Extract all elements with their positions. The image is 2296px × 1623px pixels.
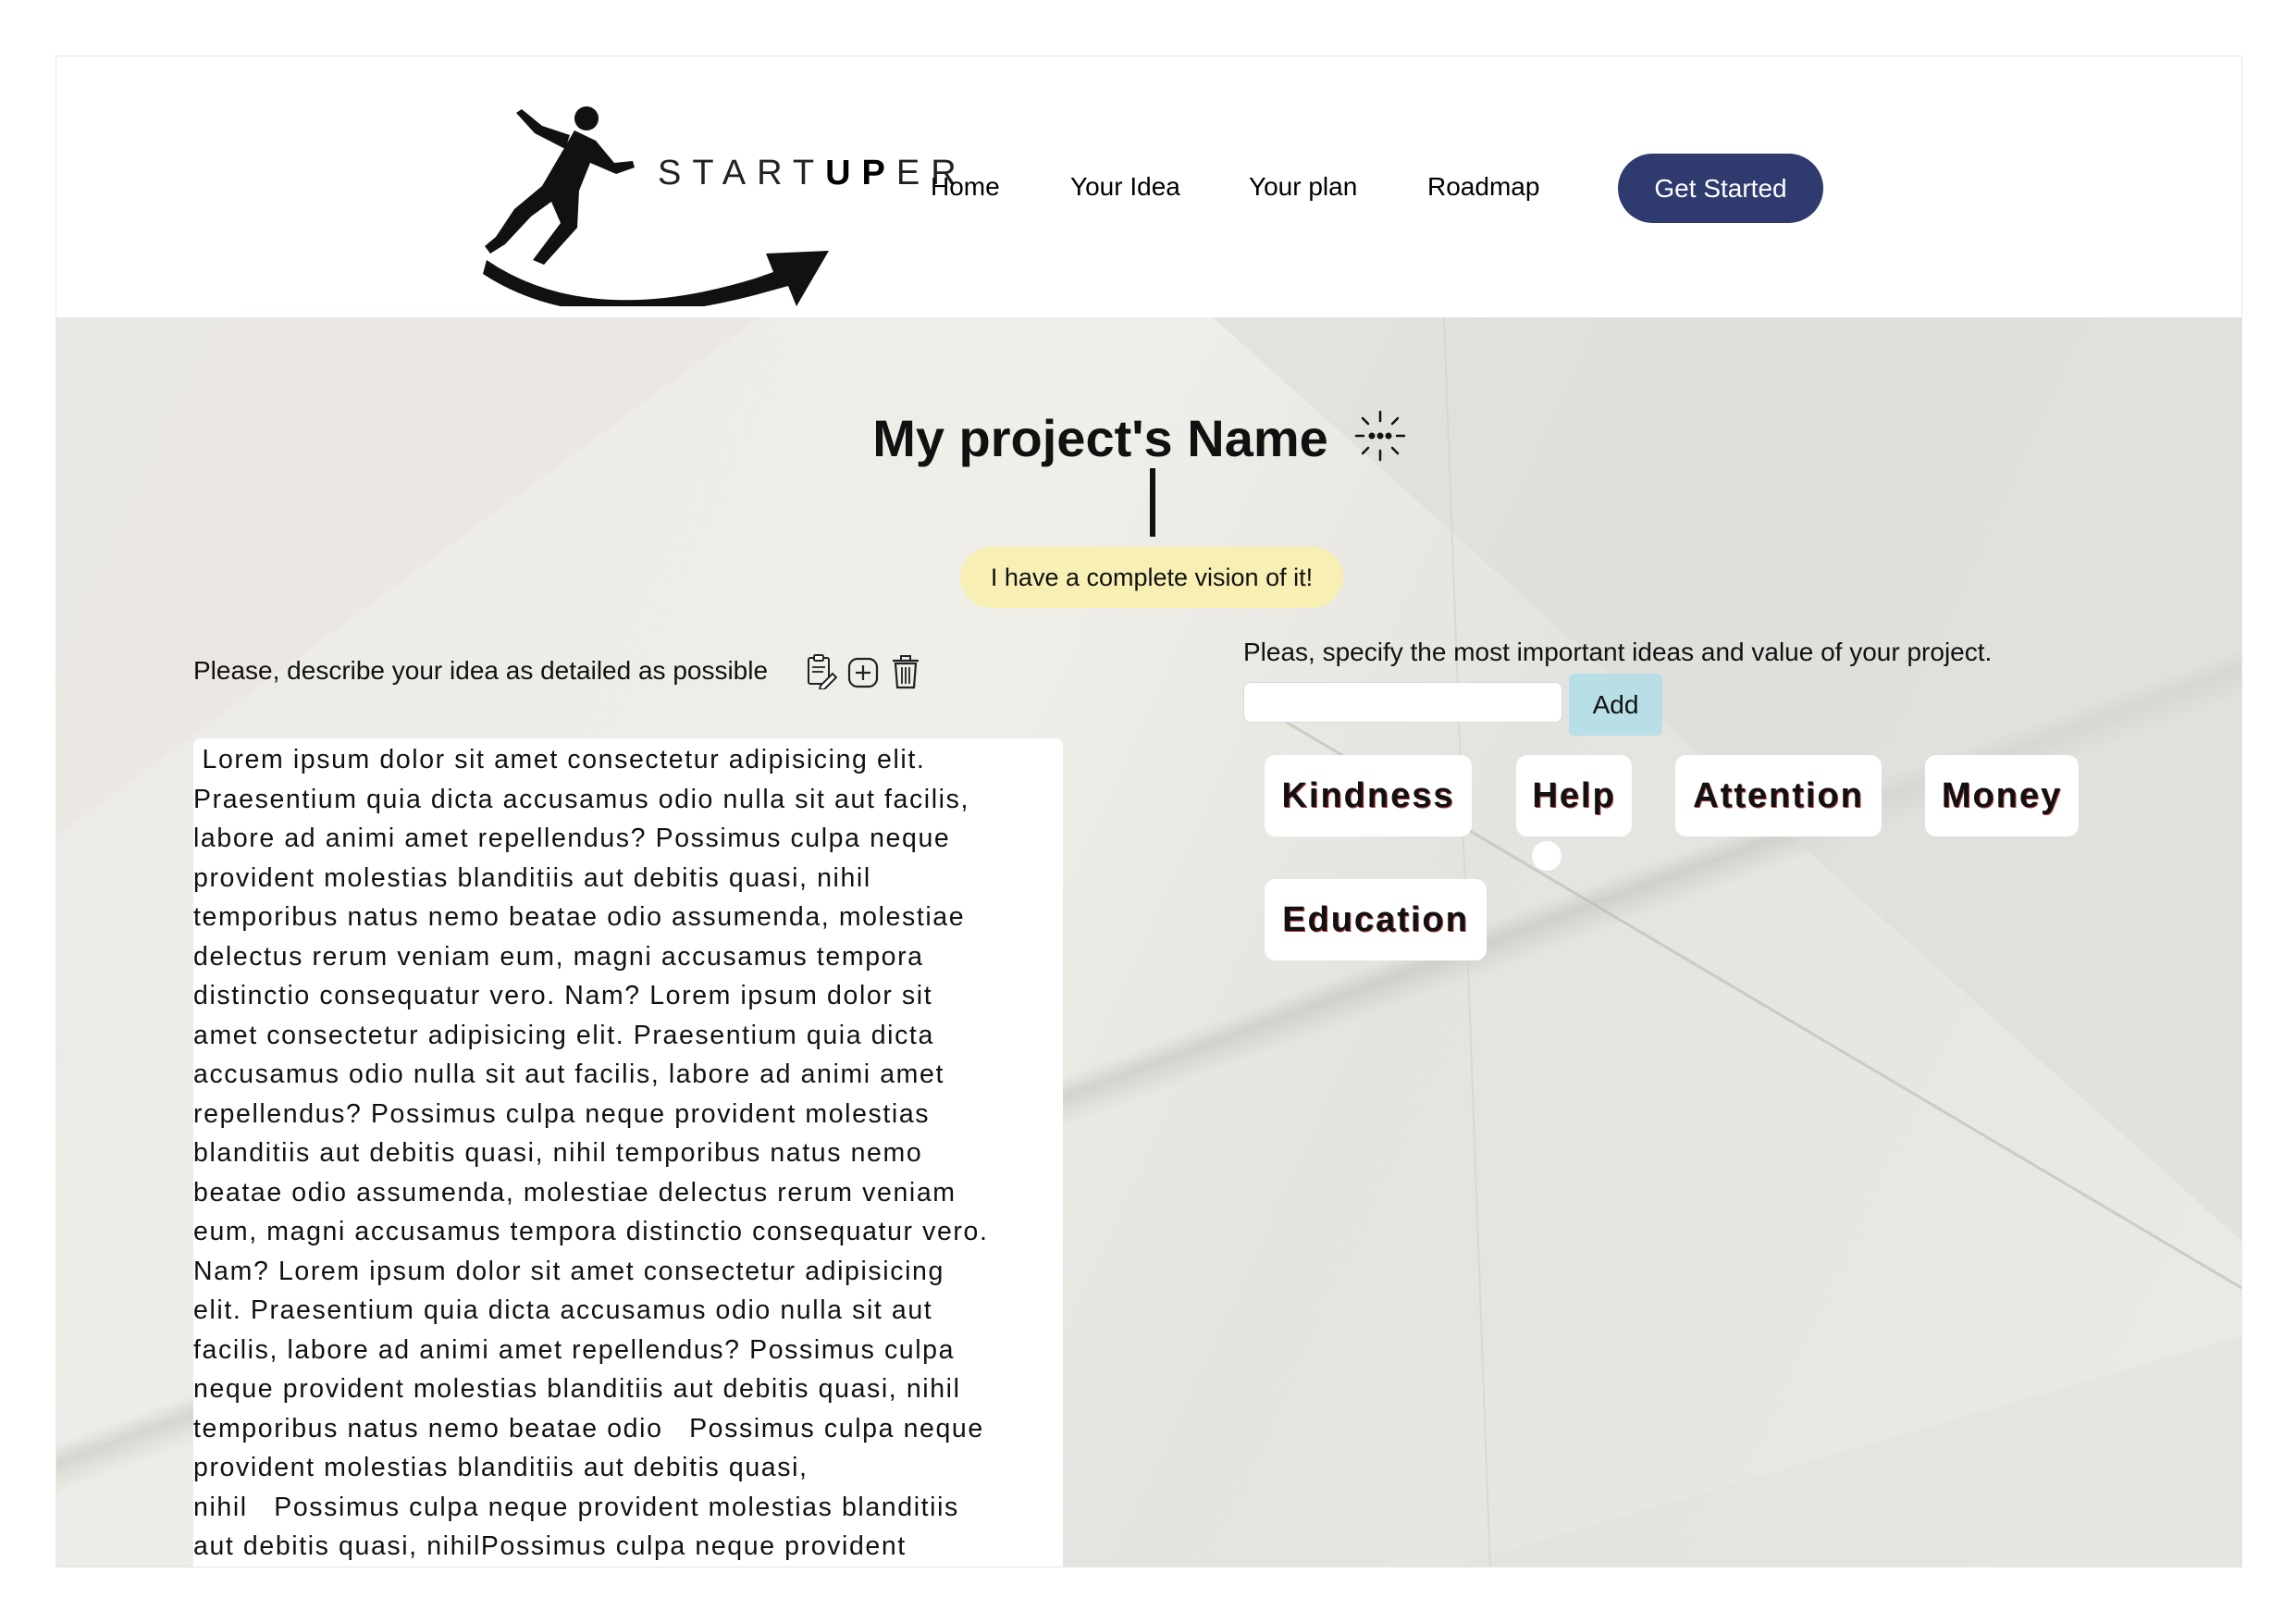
value-input[interactable] [1243, 682, 1562, 723]
nav-roadmap[interactable]: Roadmap [1427, 172, 1539, 202]
project-title-wrap: My project's Name [56, 408, 2241, 468]
runner-arrow-icon [483, 106, 829, 314]
loading-sparkle-icon [1354, 410, 1406, 462]
vision-status-badge[interactable]: I have a complete vision of it! [960, 547, 1343, 608]
nav-your-idea[interactable]: Your Idea [1070, 172, 1180, 202]
site-header: STARTUPER Home Your Idea Your plan Roadm… [56, 56, 2241, 317]
project-workspace: My project's Name I have a complete visi… [56, 317, 2241, 1567]
value-tag-money[interactable]: Money [1925, 755, 2079, 836]
description-toolbar [804, 654, 922, 690]
startuper-logo[interactable]: STARTUPER [477, 98, 957, 314]
drag-handle-dot[interactable] [1532, 841, 1562, 871]
value-tag-kindness[interactable]: Kindness [1265, 755, 1472, 836]
status-connector [1150, 468, 1155, 537]
trash-icon[interactable] [889, 654, 922, 689]
idea-description-textarea[interactable]: Lorem ipsum dolor sit amet consectetur a… [193, 738, 1063, 1567]
get-started-button[interactable]: Get Started [1618, 154, 1823, 223]
description-label: Please, describe your idea as detailed a… [193, 656, 769, 685]
add-icon[interactable] [846, 654, 880, 689]
edit-document-icon[interactable] [804, 654, 838, 690]
logo-wordmark: STARTUPER [658, 154, 968, 192]
page-frame: STARTUPER Home Your Idea Your plan Roadm… [56, 56, 2242, 1567]
project-title[interactable]: My project's Name [872, 408, 1328, 468]
value-tag-attention[interactable]: Attention [1675, 755, 1882, 836]
add-value-button[interactable]: Add [1569, 674, 1662, 736]
nav-home[interactable]: Home [931, 172, 1000, 202]
value-tag-help[interactable]: Help [1516, 755, 1632, 836]
nav-your-plan[interactable]: Your plan [1249, 172, 1357, 202]
values-label: Pleas, specify the most important ideas … [1243, 638, 1993, 666]
value-tag-education[interactable]: Education [1265, 879, 1487, 960]
